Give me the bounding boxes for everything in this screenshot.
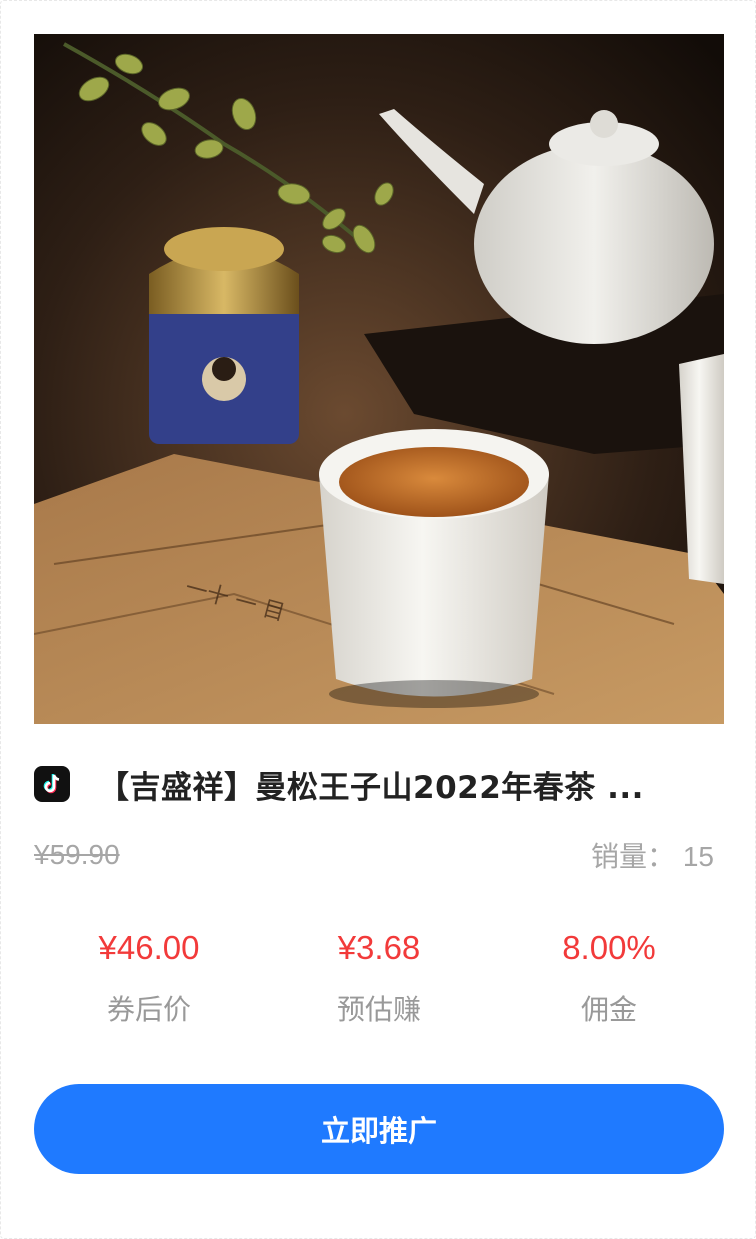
title-row: 【吉盛祥】曼松王子山2022年春茶 ...: [34, 761, 724, 807]
stat-value: 8.00%: [562, 929, 656, 966]
product-card: 一十 一 目 【吉盛祥】曼松王子山2022年春茶 ... ¥59.90 销量： …: [0, 0, 756, 1239]
stat-coupon-price: ¥46.00 券后价: [34, 926, 264, 1036]
stat-value: ¥3.68: [337, 929, 421, 966]
stat-label: 券后价: [106, 993, 191, 1026]
stat-commission: 8.00% 佣金: [494, 926, 724, 1036]
sales-count: 销量： 15: [591, 835, 714, 875]
product-image[interactable]: 一十 一 目: [34, 34, 724, 724]
original-price: ¥59.90: [34, 839, 120, 870]
stats-row: ¥46.00 券后价 ¥3.68 预估赚 8.00% 佣金: [34, 926, 724, 1036]
stat-label: 佣金: [580, 993, 637, 1026]
price-sales-row: ¥59.90 销量： 15: [34, 837, 724, 873]
stat-label: 预估赚: [336, 993, 421, 1026]
sales-value: 15: [682, 841, 714, 872]
product-title[interactable]: 【吉盛祥】曼松王子山2022年春茶 ...: [98, 762, 708, 807]
promote-now-button[interactable]: 立即推广: [34, 1084, 724, 1174]
douyin-icon: [34, 766, 70, 802]
stat-value: ¥46.00: [98, 929, 200, 966]
sales-label: 销量：: [591, 841, 676, 872]
stat-estimated-earning: ¥3.68 预估赚: [264, 926, 494, 1036]
